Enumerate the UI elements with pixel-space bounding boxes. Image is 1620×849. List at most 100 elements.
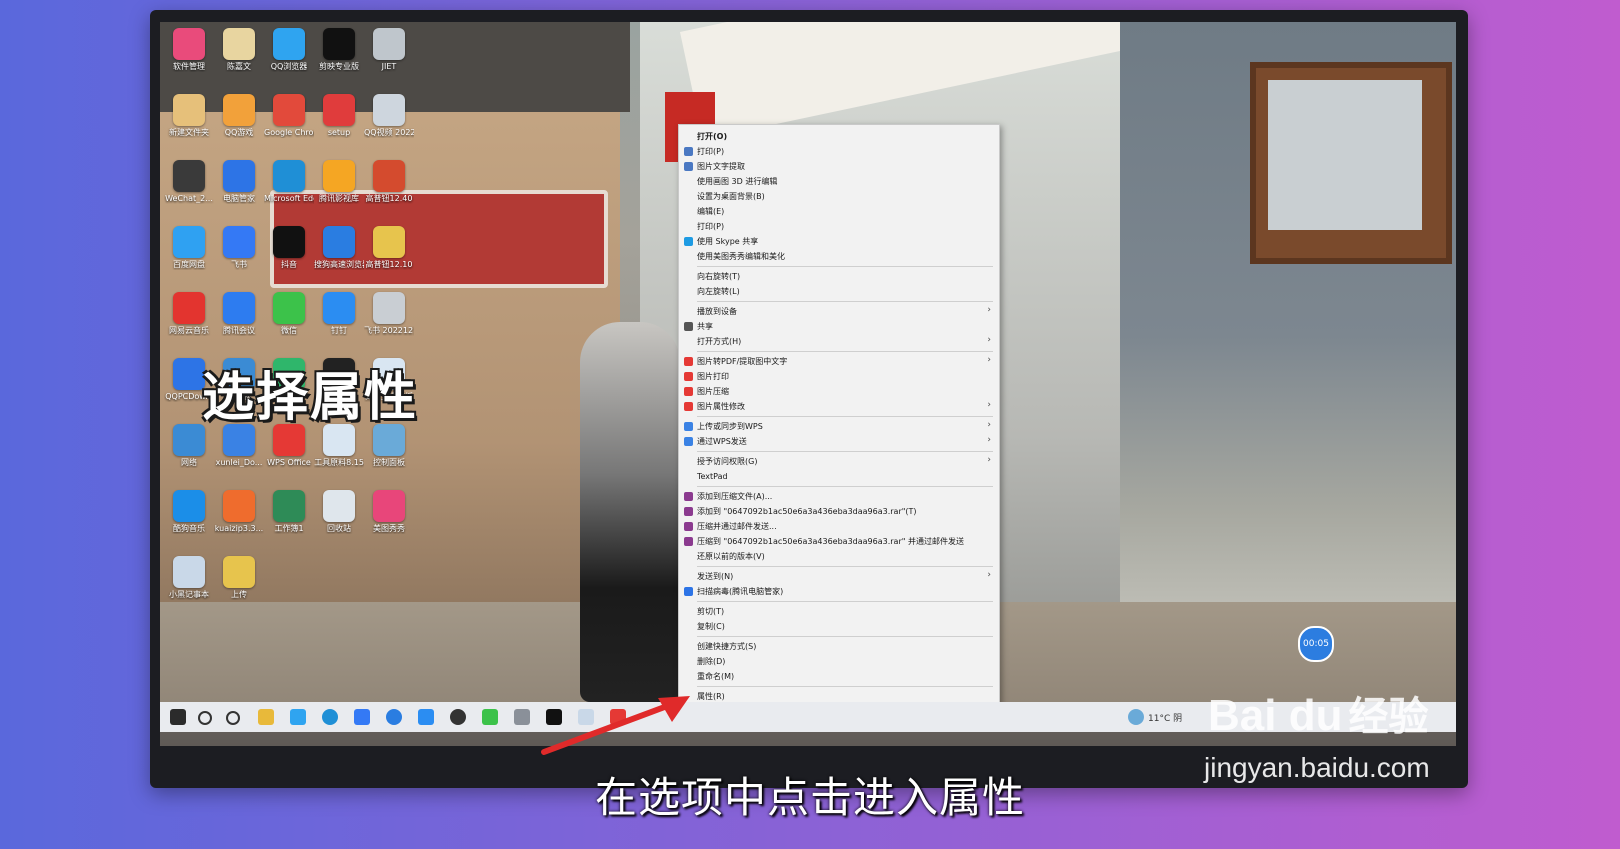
context-menu-item[interactable]: 向右旋转(T) [679, 269, 999, 284]
desktop-icon[interactable]: 新建文件夹 [164, 94, 214, 138]
context-menu-item[interactable]: 打印(P) [679, 219, 999, 234]
context-menu-item[interactable]: 剪切(T) [679, 604, 999, 619]
sogou-icon[interactable] [386, 709, 402, 725]
desktop-icon[interactable]: 飞书 20221212... [364, 292, 414, 336]
desktop-icon[interactable]: 电脑管家 [214, 160, 264, 204]
desktop-icon[interactable]: kuaizip3.3... [214, 490, 264, 534]
search-icon[interactable] [198, 711, 212, 725]
context-menu-item[interactable]: 添加到 "0647092b1ac50e6a3a436eba3daa96a3.ra… [679, 504, 999, 519]
wechat-icon[interactable] [482, 709, 498, 725]
context-menu-item[interactable]: 图片打印 [679, 369, 999, 384]
desktop-icon[interactable]: xunlei_Do... [214, 424, 264, 468]
shield-icon [684, 587, 693, 596]
context-menu-item[interactable]: 压缩到 "0647092b1ac50e6a3a436eba3daa96a3.ra… [679, 534, 999, 549]
desktop-icon[interactable]: JIET [364, 28, 414, 72]
desktop-icon[interactable]: Google Chrome [264, 94, 314, 138]
desktop-icon[interactable]: setup [314, 94, 364, 138]
desktop-icon[interactable]: QQ视频 20221212... [364, 94, 414, 138]
context-menu-item[interactable]: 播放到设备 › [679, 304, 999, 319]
context-menu-label: 扫描病毒(腾讯电脑管家) [697, 587, 784, 596]
desktop-icon[interactable]: 网易云音乐 [164, 292, 214, 336]
context-menu-item[interactable]: 设置为桌面背景(B) [679, 189, 999, 204]
desktop-icon[interactable]: 上传 [214, 556, 264, 600]
context-menu-item[interactable]: 添加到压缩文件(A)... [679, 489, 999, 504]
app-icon [173, 490, 205, 522]
app-icon [223, 556, 255, 588]
desktop-icon[interactable]: 回收站 [314, 490, 364, 534]
file-explorer-icon[interactable] [258, 709, 274, 725]
desktop-icon[interactable]: 钉钉 [314, 292, 364, 336]
desktop-icon[interactable]: 小黑记事本 [164, 556, 214, 600]
context-menu-item[interactable]: 创建快捷方式(S) [679, 639, 999, 654]
context-menu-item[interactable]: 打开(O) [679, 129, 999, 144]
context-menu-label: 删除(D) [697, 657, 726, 666]
context-menu-item[interactable]: 打印(P) [679, 144, 999, 159]
desktop-icon[interactable]: 美图秀秀 [364, 490, 414, 534]
desktop-icon[interactable]: Microsoft Edge [264, 160, 314, 204]
desktop-icon[interactable]: 剪映专业版 [314, 28, 364, 72]
task-view-icon[interactable] [226, 711, 240, 725]
desktop-icon[interactable]: 高普钮12.10 [364, 226, 414, 270]
desktop-icon[interactable]: 抖音 [264, 226, 314, 270]
desktop-icon[interactable]: 微信 [264, 292, 314, 336]
context-menu-item[interactable]: 使用画图 3D 进行编辑 [679, 174, 999, 189]
context-menu-item[interactable]: 通过WPS发送 › [679, 434, 999, 449]
edge-icon[interactable] [322, 709, 338, 725]
desktop-icon[interactable]: 工具原料8.15 [314, 424, 364, 468]
context-menu-item[interactable]: 图片转PDF/提取图中文字 › [679, 354, 999, 369]
context-menu-label: 图片转PDF/提取图中文字 [697, 357, 788, 366]
chrome-icon[interactable] [450, 709, 466, 725]
context-menu-item[interactable]: 共享 [679, 319, 999, 334]
app-icon [223, 28, 255, 60]
desktop-icon[interactable]: QQ游戏 [214, 94, 264, 138]
desktop-icon[interactable]: 酷狗音乐 [164, 490, 214, 534]
desktop-icon[interactable]: 百度网盘 [164, 226, 214, 270]
context-menu-item[interactable]: 删除(D) [679, 654, 999, 669]
desktop-icon[interactable]: 陈嘉文 [214, 28, 264, 72]
context-menu-item[interactable]: 使用 Skype 共享 [679, 234, 999, 249]
desktop-icon[interactable]: 腾讯会议 [214, 292, 264, 336]
context-menu-item[interactable]: 打开方式(H) › [679, 334, 999, 349]
desktop-icon[interactable]: 飞书 [214, 226, 264, 270]
feishu-icon[interactable] [354, 709, 370, 725]
qq-browser-icon[interactable] [290, 709, 306, 725]
desktop-icon[interactable]: 控制面板 [364, 424, 414, 468]
context-menu-item[interactable]: 向左旋转(L) [679, 284, 999, 299]
context-menu-item[interactable]: 图片文字提取 [679, 159, 999, 174]
context-menu-item[interactable]: 重命名(M) [679, 669, 999, 684]
desktop-icon[interactable]: WPS Office [264, 424, 314, 468]
context-menu-item[interactable]: 发送到(N) › [679, 569, 999, 584]
chevron-right-icon: › [987, 400, 991, 410]
context-menu-label: 剪切(T) [697, 607, 725, 616]
chevron-right-icon: › [987, 455, 991, 465]
context-menu-item[interactable]: 上传或同步到WPS › [679, 419, 999, 434]
context-menu-item[interactable]: TextPad [679, 469, 999, 484]
dingtalk-icon[interactable] [418, 709, 434, 725]
clock-badge: 00:05 [1298, 626, 1334, 662]
context-menu-item[interactable]: 扫描病毒(腾讯电脑管家) [679, 584, 999, 599]
context-menu-item[interactable]: 使用美图秀秀编辑和美化 [679, 249, 999, 264]
desktop-icon[interactable]: QQ浏览器 [264, 28, 314, 72]
desktop-icon-label: 高普钮12.40 [365, 194, 413, 203]
desktop-icon[interactable]: 搜狗高速浏览器 [314, 226, 364, 270]
desktop-icon-label: QQ浏览器 [270, 62, 308, 71]
start-icon[interactable] [170, 709, 186, 725]
context-menu-item[interactable]: 复制(C) [679, 619, 999, 634]
desktop-icon-label: 腾讯影视库 [319, 194, 359, 203]
desktop-icon[interactable]: 网络 [164, 424, 214, 468]
context-menu-item[interactable]: 图片压缩 [679, 384, 999, 399]
app-icon [273, 490, 305, 522]
app-icon[interactable] [514, 709, 530, 725]
context-menu-label: 共享 [697, 322, 713, 331]
desktop-icon[interactable]: 高普钮12.40 [364, 160, 414, 204]
desktop-icon[interactable]: WeChat_2... [164, 160, 214, 204]
desktop-icon[interactable]: 腾讯影视库 [314, 160, 364, 204]
context-menu-item[interactable]: 还原以前的版本(V) [679, 549, 999, 564]
context-menu-item[interactable]: 图片属性修改 › [679, 399, 999, 414]
context-menu-item[interactable]: 压缩并通过邮件发送... [679, 519, 999, 534]
app-icon [323, 490, 355, 522]
desktop-icon[interactable]: 软件管理 [164, 28, 214, 72]
context-menu-item[interactable]: 编辑(E) [679, 204, 999, 219]
desktop-icon[interactable]: 工作簿1 [264, 490, 314, 534]
context-menu-item[interactable]: 授予访问权限(G) › [679, 454, 999, 469]
